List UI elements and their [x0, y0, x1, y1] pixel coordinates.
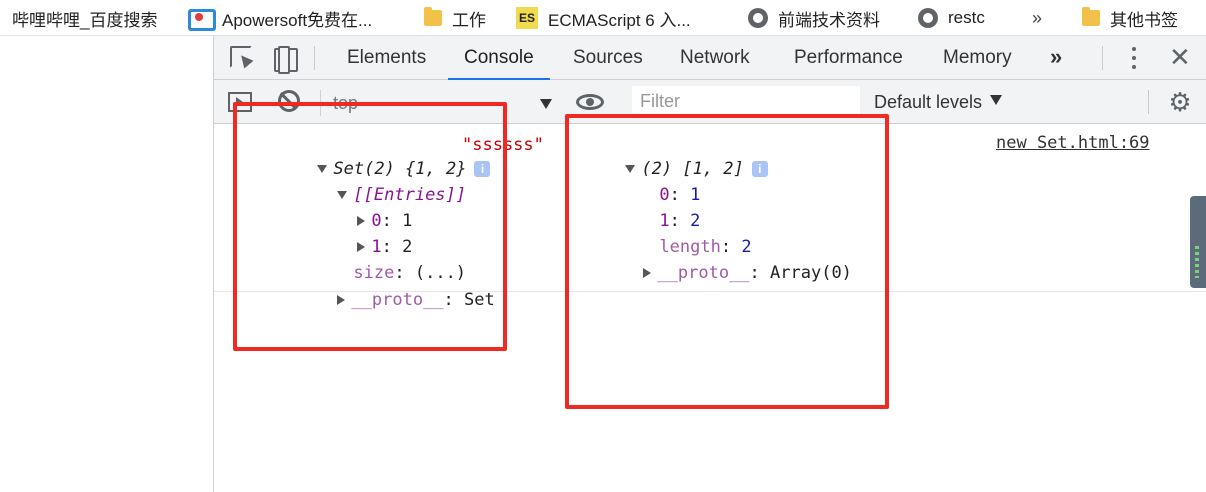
divider: [1102, 46, 1103, 70]
bookmark-label: 哔哩哔哩_百度搜索: [12, 10, 158, 30]
globe-icon: [748, 8, 768, 28]
page-viewport: [0, 36, 214, 492]
live-expression-eye-icon[interactable]: [576, 94, 604, 110]
bookmarks-overflow-button[interactable]: »: [1032, 0, 1043, 35]
apowersoft-icon: [188, 7, 216, 31]
devtools-tab-bar: Elements Console Sources Network Perform…: [214, 36, 1206, 80]
bookmark-label: Apowersoft免费在...: [222, 10, 373, 30]
tab-sources[interactable]: Sources: [557, 36, 659, 80]
globe-icon: [918, 8, 938, 28]
bookmark-label: ECMAScript 6 入...: [548, 10, 691, 30]
bookmark-item[interactable]: restc: [918, 0, 985, 35]
bookmark-item[interactable]: 工作: [424, 0, 486, 35]
es-icon: ES: [516, 7, 538, 29]
close-icon[interactable]: ✕: [1169, 42, 1191, 72]
bookmark-item[interactable]: Apowersoft免费在...: [188, 0, 373, 35]
folder-icon: [1082, 7, 1100, 26]
bookmarks-bar: 哔哩哔哩_百度搜索 Apowersoft免费在... 工作 ES ECMAScr…: [0, 0, 1206, 36]
log-levels-dropdown[interactable]: Default levels: [874, 80, 1003, 124]
annotation-box: [233, 102, 507, 351]
gear-icon[interactable]: ⚙: [1168, 89, 1192, 115]
bookmark-item[interactable]: ES ECMAScript 6 入...: [516, 0, 691, 35]
tab-elements[interactable]: Elements: [331, 36, 442, 80]
inspect-element-icon[interactable]: [230, 46, 254, 70]
log-levels-label: Default levels: [874, 92, 983, 112]
divider: [314, 46, 315, 70]
side-panel-handle[interactable]: [1190, 196, 1206, 288]
bookmark-item[interactable]: 哔哩哔哩_百度搜索: [12, 0, 158, 35]
more-tabs-button[interactable]: »: [1050, 36, 1062, 80]
caret-down-icon: [990, 95, 1003, 105]
tab-console[interactable]: Console: [448, 36, 550, 80]
source-link[interactable]: new Set.html:69: [996, 133, 1150, 153]
tab-network[interactable]: Network: [664, 36, 766, 80]
device-toolbar-icon[interactable]: [272, 46, 298, 74]
annotation-box: [565, 114, 889, 409]
chevron-double-right-icon: »: [1032, 7, 1043, 28]
bookmark-label: 其他书签: [1110, 10, 1178, 30]
bookmark-label: 前端技术资料: [778, 10, 880, 30]
caret-down-icon: [540, 99, 552, 109]
tab-memory[interactable]: Memory: [927, 36, 1028, 80]
more-options-icon[interactable]: [1130, 44, 1138, 72]
tab-performance[interactable]: Performance: [778, 36, 919, 80]
bookmark-item[interactable]: 前端技术资料: [748, 0, 880, 35]
folder-icon: [424, 7, 442, 26]
bookmark-label: 工作: [452, 10, 486, 30]
divider: [1148, 90, 1149, 114]
bookmark-label: restc: [948, 8, 985, 27]
bookmark-item-other[interactable]: 其他书签: [1082, 0, 1178, 35]
filter-input[interactable]: [632, 86, 860, 116]
